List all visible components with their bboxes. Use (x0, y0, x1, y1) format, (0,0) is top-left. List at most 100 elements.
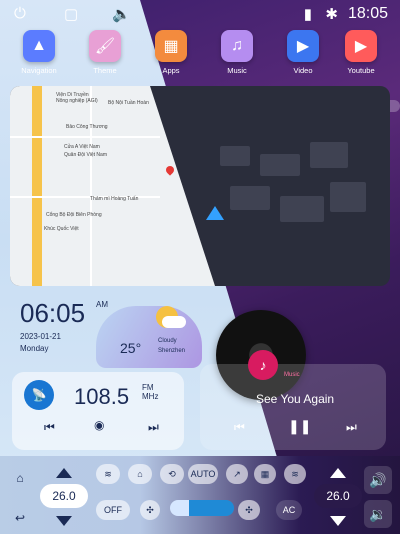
weather-date: 2023-01-21 (20, 332, 61, 341)
bluetooth-icon: ✱ (325, 6, 338, 23)
radio-mhz: MHz (142, 391, 159, 401)
status-time: 18:05 (347, 5, 388, 22)
power-icon[interactable]: ⏻ (14, 5, 26, 22)
seat-heat-button[interactable]: ≋ (96, 464, 120, 484)
volume-up-icon: 🔊 (369, 471, 387, 488)
music-prev-button[interactable]: ⏮ (234, 420, 245, 435)
map-building (230, 186, 270, 210)
map-poi: Bảo Công Thương (66, 124, 108, 130)
map-poi: Khúc Quốc Việt (44, 226, 79, 232)
app-navigation[interactable]: ▲ Navigation (10, 30, 68, 75)
right-temperature-value: 26.0 (326, 489, 350, 503)
left-temperature: 26.0 (40, 484, 88, 508)
recirculate-button[interactable]: ⟲ (160, 464, 184, 484)
radio-frequency: 108.5 (74, 384, 130, 409)
map-poi: Quân Đội Việt Nam (64, 152, 107, 158)
map-poi: Nông nghiệp (AGI) (56, 98, 98, 104)
airflow-button[interactable]: ↗ (226, 464, 248, 484)
app-label: Apps (162, 66, 180, 75)
climate-off-button[interactable]: OFF (96, 500, 130, 520)
back-button[interactable]: ↩ (8, 506, 32, 530)
map-building (260, 154, 300, 176)
app-music[interactable]: ♫ Music (208, 30, 266, 75)
radio-icon: 📡 (24, 380, 54, 410)
map-poi: Cổng Bộ Đội Biên Phòng (46, 212, 102, 218)
map-street (10, 136, 160, 138)
app-youtube[interactable]: ▶ Youtube (332, 30, 390, 75)
volume-up-button[interactable]: 🔊 (364, 466, 392, 494)
left-temperature-value: 26.0 (52, 489, 76, 503)
app-label: Youtube (347, 66, 375, 75)
defrost-button[interactable]: ⌂ (128, 464, 152, 484)
map-panel[interactable]: Viện Di Truyền Nông nghiệp (AGI) Bộ Nội … (10, 86, 390, 286)
app-theme[interactable]: 🖌 Theme (76, 30, 134, 75)
back-icon: ↩ (14, 511, 26, 525)
radio-prev-button[interactable]: ⏮ (44, 420, 55, 435)
music-widget[interactable]: ♪ Music See You Again ⏮ ❚❚ ⏭ (200, 350, 386, 450)
seat-heat-right-icon: ≋ (291, 468, 299, 479)
volume-icon[interactable]: 🔈 (112, 5, 131, 23)
home-button[interactable]: ⌂ (8, 466, 32, 490)
recirculate-icon: ⟲ (168, 468, 176, 479)
cloud-icon (162, 316, 186, 328)
weather-widget[interactable]: 06:05 AM 2023-01-21 Monday 25° Cloudy Sh… (10, 296, 202, 368)
app-label: Theme (93, 66, 117, 75)
left-temp-up-button[interactable] (56, 468, 72, 478)
defrost-icon: ⌂ (137, 469, 143, 479)
weather-card (96, 306, 202, 368)
youtube-icon: ▶ (345, 30, 377, 62)
radio-unit: FM MHz (142, 383, 159, 402)
apps-icon: ▦ (155, 30, 187, 62)
ac-label: AC (282, 505, 296, 515)
right-temperature: 26.0 (314, 484, 362, 508)
seat-heat-right-button[interactable]: ≋ (284, 464, 306, 484)
navigation-arrow-icon (206, 206, 224, 220)
weather-ampm: AM (96, 300, 108, 309)
app-label: Music (227, 66, 247, 75)
fan-icon: ✣ (146, 504, 154, 515)
map-street (90, 86, 92, 286)
app-video[interactable]: ▶ Video (274, 30, 332, 75)
weather-city: Shenzhen (158, 348, 186, 354)
radio-stop-button[interactable]: ◉ (94, 418, 104, 432)
fan-high-button[interactable]: ✣ (238, 500, 260, 520)
rear-defrost-icon: ▦ (260, 468, 270, 479)
right-temp-down-button[interactable] (330, 516, 346, 526)
map-poi: Thảm mì Hoàng Tuấn (90, 196, 139, 202)
weather-condition: Cloudy (158, 338, 177, 344)
auto-label: AUTO (190, 469, 216, 479)
app-label: Navigation (21, 66, 57, 75)
map-poi: Cửa A Việt Nam (64, 144, 100, 150)
volume-down-icon: 🔉 (369, 505, 387, 522)
theme-icon: 🖌 (89, 30, 121, 62)
left-temp-down-button[interactable] (56, 516, 72, 526)
fan-speed-bar[interactable] (170, 500, 234, 516)
fan-low-button[interactable]: ✣ (140, 500, 160, 520)
seat-heat-icon: ≋ (104, 468, 112, 479)
radio-next-button[interactable]: ⏭ (148, 420, 159, 435)
off-label: OFF (104, 505, 122, 515)
radio-widget[interactable]: 📡 108.5 FM MHz ⏮ ◉ ⏭ (12, 372, 184, 450)
auto-button[interactable]: AUTO (188, 464, 218, 484)
recent-apps-icon[interactable]: ▢ (64, 5, 78, 23)
music-label: Music (284, 372, 300, 378)
ac-button[interactable]: AC (276, 500, 302, 520)
rear-defrost-button[interactable]: ▦ (254, 464, 276, 484)
navigation-icon: ▲ (23, 30, 55, 62)
status-bar: ⏻ ▢ 🔈 ▮ ✱ 18:05 (0, 0, 400, 28)
music-icon: ♫ (221, 30, 253, 62)
music-note-icon: ♪ (248, 350, 278, 380)
map-poi: Bộ Nội Tuần Hoàn (108, 100, 149, 106)
video-icon: ▶ (287, 30, 319, 62)
map-building (330, 182, 366, 212)
volume-down-button[interactable]: 🔉 (364, 500, 392, 528)
app-apps[interactable]: ▦ Apps (142, 30, 200, 75)
map-building (280, 196, 324, 222)
music-next-button[interactable]: ⏭ (346, 420, 357, 435)
music-pause-button[interactable]: ❚❚ (288, 418, 311, 435)
app-label: Video (293, 66, 313, 75)
home-icon: ⌂ (16, 471, 24, 485)
right-temp-up-button[interactable] (330, 468, 346, 478)
weather-time: 06:05 (20, 298, 86, 328)
weather-day: Monday (20, 344, 49, 353)
